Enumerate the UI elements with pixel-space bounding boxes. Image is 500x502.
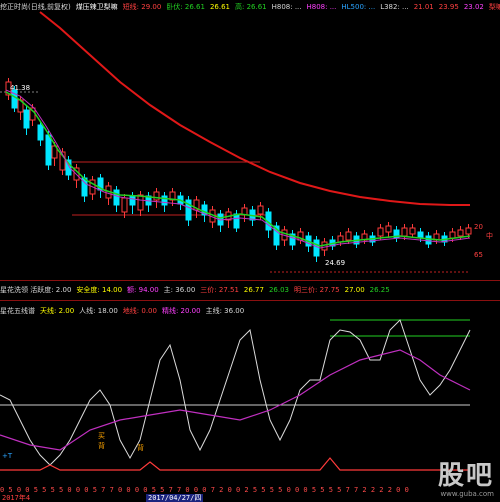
indicator-header-field-6: 26.03 bbox=[268, 286, 289, 294]
indicator-header-field-2: 额: 94.00 bbox=[127, 286, 159, 294]
indicator-header-field-1: 安全度: 14.00 bbox=[76, 286, 123, 294]
oscillator-header-field-1: 天线: 2.00 bbox=[40, 307, 75, 315]
candle-body-30 bbox=[233, 213, 240, 229]
candle-body-49 bbox=[385, 225, 392, 233]
candle-body-57 bbox=[449, 231, 456, 239]
candle-body-6 bbox=[45, 134, 52, 166]
watermark-logo: 股吧 bbox=[437, 461, 494, 491]
ma-long-line bbox=[39, 11, 470, 206]
candle-body-21 bbox=[161, 195, 168, 206]
chart-canvas[interactable] bbox=[0, 0, 500, 502]
date-label-left: 2017年4 bbox=[2, 494, 31, 502]
indicator-header-field-5: 26.77 bbox=[243, 286, 264, 294]
panel-divider-1 bbox=[0, 280, 500, 281]
indicator-header-field-9: 26.25 bbox=[369, 286, 390, 294]
candle-body-16 bbox=[121, 197, 128, 213]
indicator-header-field-3: 主: 36.00 bbox=[163, 286, 196, 294]
osc-magenta-line bbox=[0, 349, 471, 451]
candle-body-48 bbox=[377, 227, 384, 237]
buy-label-2: 背 bbox=[98, 442, 105, 450]
oscillator-panel-header: 星花五线谱 天线: 2.00 人线: 18.00 地线: 0.00 精线: 20.00 主… bbox=[0, 305, 249, 317]
watermark-url: www.guba.com bbox=[440, 490, 494, 498]
buy-label-3: 背 bbox=[137, 444, 144, 452]
oscillator-header-field-4: 精线: 20.00 bbox=[161, 307, 201, 315]
right-axis-mid-label: 中 bbox=[486, 232, 493, 240]
candle-body-18 bbox=[137, 194, 144, 211]
indicator-header-field-7: 明三价: 27.75 bbox=[294, 286, 340, 294]
candle-body-58 bbox=[457, 229, 464, 237]
right-axis-bottom-label: 65 bbox=[474, 251, 483, 259]
candle-body-40 bbox=[313, 239, 320, 257]
osc-red-step-line bbox=[0, 457, 470, 471]
candle-body-5 bbox=[37, 124, 44, 141]
panel-divider-2 bbox=[0, 300, 500, 301]
oscillator-header-field-5: 主线: 36.00 bbox=[205, 307, 245, 315]
cursor-date-label[interactable]: 2017/04/27/四 bbox=[146, 494, 204, 502]
indicator-panel-header: 星花洗领 活跃度: 2.00 安全度: 14.00 额: 94.00 主: 36.00… bbox=[0, 284, 395, 296]
stock-chart-window: 挖正时尚(日线,前复权) 煤压辣卫梨嘛 短线: 29.00 卧伏: 26.61 26.6… bbox=[0, 0, 500, 502]
high-price-label: 41.38 bbox=[10, 84, 31, 92]
candle-body-20 bbox=[153, 191, 160, 201]
bottom-signal-row: 0 5 0 0 5 5 5 5 0 0 0 5 7 7 0 0 0 0 5 5 … bbox=[0, 486, 409, 494]
indicator-header-field-0: 星花洗领 活跃度: 2.00 bbox=[0, 286, 72, 294]
candle-body-17 bbox=[129, 195, 136, 206]
candle-body-59 bbox=[465, 227, 472, 235]
oscillator-header-field-0: 星花五线谱 bbox=[0, 307, 35, 315]
buy-label-1: 买 bbox=[98, 432, 105, 440]
bottom-signal-strip: 0 5 0 0 5 5 5 5 0 0 0 5 7 7 0 0 0 0 5 5 … bbox=[0, 486, 500, 502]
right-axis-top-label: 20 bbox=[474, 223, 483, 231]
indicator-header-field-4: 三价: 27.51 bbox=[200, 286, 239, 294]
oscillator-header-field-3: 地线: 0.00 bbox=[122, 307, 157, 315]
low-price-label: 24.69 bbox=[325, 259, 346, 267]
signal-label: +T bbox=[2, 452, 13, 460]
candle-body-53 bbox=[417, 231, 424, 239]
candle-body-44 bbox=[345, 231, 352, 241]
watermark: 股吧 www.guba.com bbox=[438, 462, 494, 499]
candle-body-33 bbox=[257, 205, 264, 215]
candle-body-51 bbox=[401, 227, 408, 237]
candle-body-54 bbox=[425, 235, 432, 245]
indicator-header-field-8: 27.00 bbox=[344, 286, 365, 294]
oscillator-header-field-2: 人线: 18.00 bbox=[79, 307, 118, 315]
candle-body-52 bbox=[409, 227, 416, 235]
candle-body-3 bbox=[23, 109, 30, 129]
candle-body-15 bbox=[113, 189, 120, 206]
